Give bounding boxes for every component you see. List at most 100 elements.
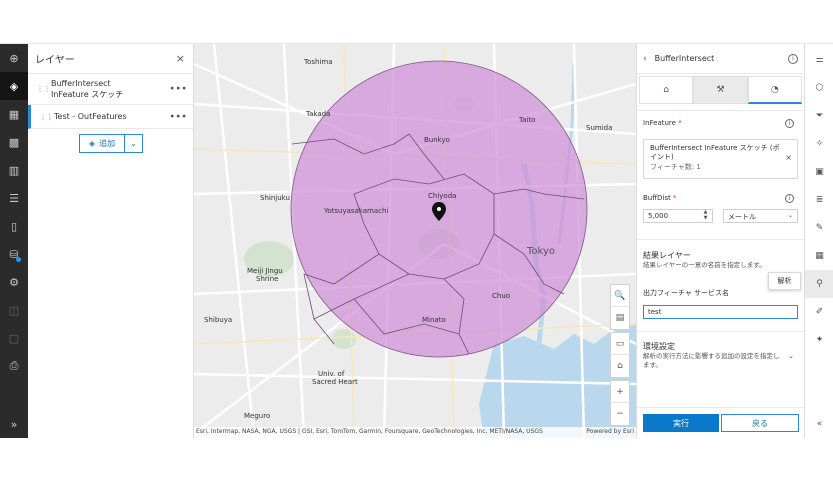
divider bbox=[637, 407, 805, 408]
layer-list-icon[interactable]: ▤ bbox=[611, 307, 629, 329]
screen-icon[interactable]: ▭ bbox=[611, 333, 629, 355]
number-stepper[interactable]: ▲ ▼ bbox=[698, 209, 713, 223]
info-icon[interactable]: i bbox=[785, 194, 794, 203]
table-icon[interactable]: ▦ bbox=[0, 100, 28, 128]
layer-item-bufferintersect[interactable]: ⋮⋮ BufferIntersect InFeature スケッチ ••• bbox=[28, 74, 193, 105]
home-icon[interactable]: ⌂ bbox=[611, 355, 629, 377]
shapes-icon[interactable]: ⬡ bbox=[805, 74, 833, 102]
add-layer-button[interactable]: ◈ 追加 bbox=[79, 134, 125, 153]
edit-icon[interactable]: ✎ bbox=[805, 214, 833, 242]
history-icon: ◔ bbox=[770, 84, 779, 95]
app-window: ⊕ ◈ ▦ ▩ ▥ ☰ ▯ ⛁ ⚙ ◫ ▢ ⎙ » レイヤー × ⋮⋮ Buff… bbox=[0, 43, 833, 438]
infeature-label: InFeature * bbox=[643, 119, 682, 127]
layers-add-icon: ◈ bbox=[88, 139, 96, 148]
clear-icon[interactable]: × bbox=[785, 153, 792, 162]
analysis-icon[interactable]: ⚲ bbox=[805, 270, 833, 298]
tab-home[interactable]: ⌂ bbox=[639, 76, 694, 104]
divider bbox=[637, 110, 805, 111]
hammer-icon: ⚒ bbox=[716, 85, 725, 95]
map-label: Meguro bbox=[244, 412, 271, 420]
analysis-tool-panel: ‹ BufferIntersect i ⌂ ⚒ ◔ InFeature * i … bbox=[636, 44, 805, 438]
filter-icon[interactable]: ⏷ bbox=[805, 102, 833, 130]
disabled-tool2-icon: ▢ bbox=[8, 331, 20, 345]
buffdist-label: BuffDist * bbox=[643, 194, 677, 202]
zoom-in-button[interactable]: + bbox=[611, 381, 629, 403]
expand-icon[interactable]: » bbox=[0, 410, 28, 438]
map-label: Univ. of bbox=[318, 370, 345, 378]
back-icon[interactable]: ‹ bbox=[643, 54, 647, 64]
notification-dot bbox=[16, 257, 21, 262]
add-data-icon[interactable]: ⊕ bbox=[0, 44, 28, 72]
chart-icon[interactable]: ▥ bbox=[0, 156, 28, 184]
close-icon[interactable]: × bbox=[176, 52, 185, 65]
chevron-down-icon: ⌄ bbox=[787, 212, 793, 219]
align-icon[interactable]: ≣ bbox=[805, 186, 833, 214]
drag-handle-icon[interactable]: ⋮⋮ bbox=[39, 111, 54, 122]
map-view[interactable]: Toshima Takada Bunkyo Taito Sumida Shinj… bbox=[194, 44, 636, 438]
map-label: Tokyo bbox=[527, 246, 555, 257]
gear-icon[interactable]: ⚙ bbox=[0, 268, 28, 296]
list-icon[interactable]: ☰ bbox=[0, 184, 28, 212]
sliders-icon[interactable]: ⚌ bbox=[805, 46, 833, 74]
map-controls-mid: ▭ ⌂ bbox=[610, 332, 630, 378]
result-layer-title: 結果レイヤー bbox=[643, 251, 691, 260]
map-label: Chuo bbox=[492, 292, 511, 300]
bookmark-icon[interactable]: ▯ bbox=[0, 212, 28, 240]
back-button[interactable]: 戻る bbox=[721, 414, 799, 432]
map-label: Shrine bbox=[256, 275, 279, 283]
layers-icon[interactable]: ◈ bbox=[0, 72, 28, 100]
powered-by[interactable]: Powered by Esri bbox=[586, 428, 634, 437]
map-label: Minato bbox=[422, 316, 446, 324]
add-label: 追加 bbox=[99, 139, 116, 148]
unit-value: メートル bbox=[728, 213, 756, 221]
result-layer-desc: 結果レイヤーの一意の名前を指定します。 bbox=[643, 261, 766, 269]
map-controls-top: 🔍 ▤ bbox=[610, 284, 630, 330]
tab-tool[interactable]: ⚒ bbox=[693, 76, 748, 104]
layers-panel-title: レイヤー bbox=[35, 55, 75, 66]
map-label: Sumida bbox=[586, 124, 613, 132]
layer-name: BufferIntersect bbox=[51, 79, 111, 88]
map-label: Toshima bbox=[304, 58, 333, 66]
environment-title: 環境設定 bbox=[643, 342, 675, 351]
print-icon[interactable]: ⎙ bbox=[0, 352, 28, 380]
zoom-controls: + − bbox=[610, 380, 630, 426]
tool-tabs: ⌂ ⚒ ◔ bbox=[639, 76, 802, 104]
info-icon[interactable]: i bbox=[788, 53, 798, 64]
zoom-out-button[interactable]: − bbox=[611, 403, 629, 425]
tab-history[interactable]: ◔ bbox=[747, 76, 802, 104]
layers-panel: レイヤー × ⋮⋮ BufferIntersect InFeature スケッチ… bbox=[28, 44, 194, 438]
layer-item-test-outfeatures[interactable]: ⋮⋮ Test - OutFeatures ••• bbox=[28, 105, 193, 129]
unit-select[interactable]: メートル ⌄ bbox=[723, 209, 798, 223]
chevron-down-icon[interactable]: ⌄ bbox=[788, 352, 794, 360]
grid-icon[interactable]: ▩ bbox=[0, 128, 28, 156]
collapse-icon[interactable]: « bbox=[805, 410, 833, 438]
map-attribution: Esri, Intermap, NASA, NGA, USGS | GSI, E… bbox=[194, 427, 636, 438]
basemap-graphics bbox=[194, 44, 636, 438]
environment-desc: 解析の実行方法に影響する追加の設定を指定します。 bbox=[643, 352, 780, 369]
add-dropdown-button[interactable]: ⌄ bbox=[125, 134, 143, 153]
run-button[interactable]: 実行 bbox=[643, 414, 719, 432]
left-toolbar: ⊕ ◈ ▦ ▩ ▥ ☰ ▯ ⛁ ⚙ ◫ ▢ ⎙ » bbox=[0, 44, 28, 438]
output-name-input[interactable]: test bbox=[643, 305, 798, 319]
wrench-icon[interactable]: ✦ bbox=[805, 326, 833, 354]
more-options-icon[interactable]: ••• bbox=[169, 84, 187, 95]
map-label: Shinjuku bbox=[260, 194, 290, 202]
map-info-icon[interactable]: ▣ bbox=[805, 158, 833, 186]
divider bbox=[637, 331, 805, 332]
more-options-icon[interactable]: ••• bbox=[169, 111, 187, 122]
infeature-selector[interactable]: BufferIntersect InFeature スケッチ (ポイント) フィ… bbox=[643, 139, 798, 179]
tool-panel-header: ‹ BufferIntersect i bbox=[637, 44, 804, 74]
home-icon: ⌂ bbox=[663, 85, 670, 95]
sparkle-icon[interactable]: ✧ bbox=[805, 130, 833, 158]
map-label: Shibuya bbox=[204, 316, 233, 324]
tool-title: BufferIntersect bbox=[654, 54, 715, 63]
search-icon[interactable]: 🔍 bbox=[611, 285, 629, 307]
info-icon[interactable]: i bbox=[785, 119, 794, 128]
grid-edit-icon[interactable]: ▦ bbox=[805, 242, 833, 270]
pencil-icon[interactable]: ✐ bbox=[805, 298, 833, 326]
drag-handle-icon[interactable]: ⋮⋮ bbox=[36, 84, 51, 95]
layer-subname: InFeature スケッチ bbox=[51, 90, 124, 99]
analysis-history-icon[interactable]: ⛁ bbox=[0, 240, 28, 268]
map-label: Yotsuyasakamachi bbox=[324, 207, 389, 215]
disabled-tool-icon: ◫ bbox=[8, 303, 20, 317]
